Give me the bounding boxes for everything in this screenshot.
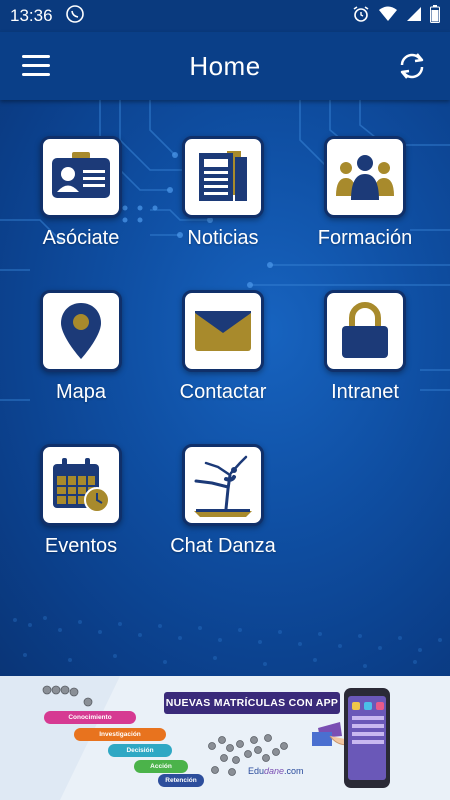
wifi-icon	[378, 6, 398, 27]
tile-icon-box	[40, 290, 122, 372]
alarm-icon	[352, 5, 370, 28]
funnel-stage: Decisión	[108, 744, 172, 757]
page-title: Home	[189, 50, 261, 81]
tile-mapa[interactable]: Mapa	[10, 290, 152, 404]
dancer-icon	[194, 455, 252, 517]
logo-prefix: Edu	[248, 766, 265, 776]
refresh-button[interactable]	[396, 50, 428, 82]
funnel-stage: Investigación	[74, 728, 166, 741]
tile-label: Intranet	[331, 381, 399, 403]
lock-icon	[342, 302, 388, 358]
tile-label: Contactar	[179, 381, 267, 403]
tile-contactar[interactable]: Contactar	[152, 290, 294, 404]
funnel-stage: Acción	[134, 760, 188, 773]
banner-headline: NUEVAS MATRÍCULAS CON APP	[164, 692, 340, 714]
tile-formacion[interactable]: Formación	[294, 136, 436, 250]
app-bar: Home	[0, 32, 450, 100]
tile-noticias[interactable]: Noticias	[152, 136, 294, 250]
edudane-logo: Edudane.com	[248, 766, 304, 776]
funnel-stage: Retención	[158, 774, 204, 787]
logo-suffix: .com	[284, 766, 304, 776]
menu-button[interactable]	[22, 52, 52, 80]
whatsapp-icon	[65, 4, 85, 29]
tile-icon-box	[40, 444, 122, 526]
menu-icon	[22, 55, 50, 76]
status-time: 13:36	[10, 6, 53, 25]
tile-icon-box	[324, 290, 406, 372]
status-bar: 13:36	[0, 0, 450, 32]
signal-icon	[406, 6, 422, 27]
tile-label: Chat Danza	[170, 535, 276, 557]
tile-eventos[interactable]: Eventos	[10, 444, 152, 558]
newspaper-icon	[199, 151, 247, 201]
tile-label: Asóciate	[42, 227, 120, 249]
tile-label: Formación	[317, 227, 413, 249]
tile-icon-box	[182, 444, 264, 526]
tile-label: Noticias	[187, 227, 259, 249]
group-icon	[336, 155, 394, 200]
tile-icon-box	[182, 136, 264, 218]
main-content: Asóciate Noticias Formación Mapa Contact…	[0, 100, 450, 676]
tile-icon-box	[324, 136, 406, 218]
ad-banner[interactable]: NUEVAS MATRÍCULAS CON APP Conocimiento I…	[0, 676, 450, 800]
tile-asociate[interactable]: Asóciate	[10, 136, 152, 250]
member-card-icon	[52, 152, 110, 198]
tile-label: Eventos	[44, 535, 118, 557]
tile-label: Mapa	[55, 381, 107, 403]
tile-intranet[interactable]: Intranet	[294, 290, 436, 404]
funnel-stage: Conocimiento	[44, 711, 136, 724]
refresh-icon	[400, 53, 424, 79]
battery-icon	[430, 4, 440, 28]
tile-chat-danza[interactable]: Chat Danza	[152, 444, 294, 558]
tile-icon-box	[182, 290, 264, 372]
tile-icon-box	[40, 136, 122, 218]
map-pin-icon	[61, 303, 101, 359]
logo-bold: dane	[264, 766, 285, 776]
calendar-clock-icon	[53, 458, 110, 513]
envelope-icon	[195, 311, 251, 351]
